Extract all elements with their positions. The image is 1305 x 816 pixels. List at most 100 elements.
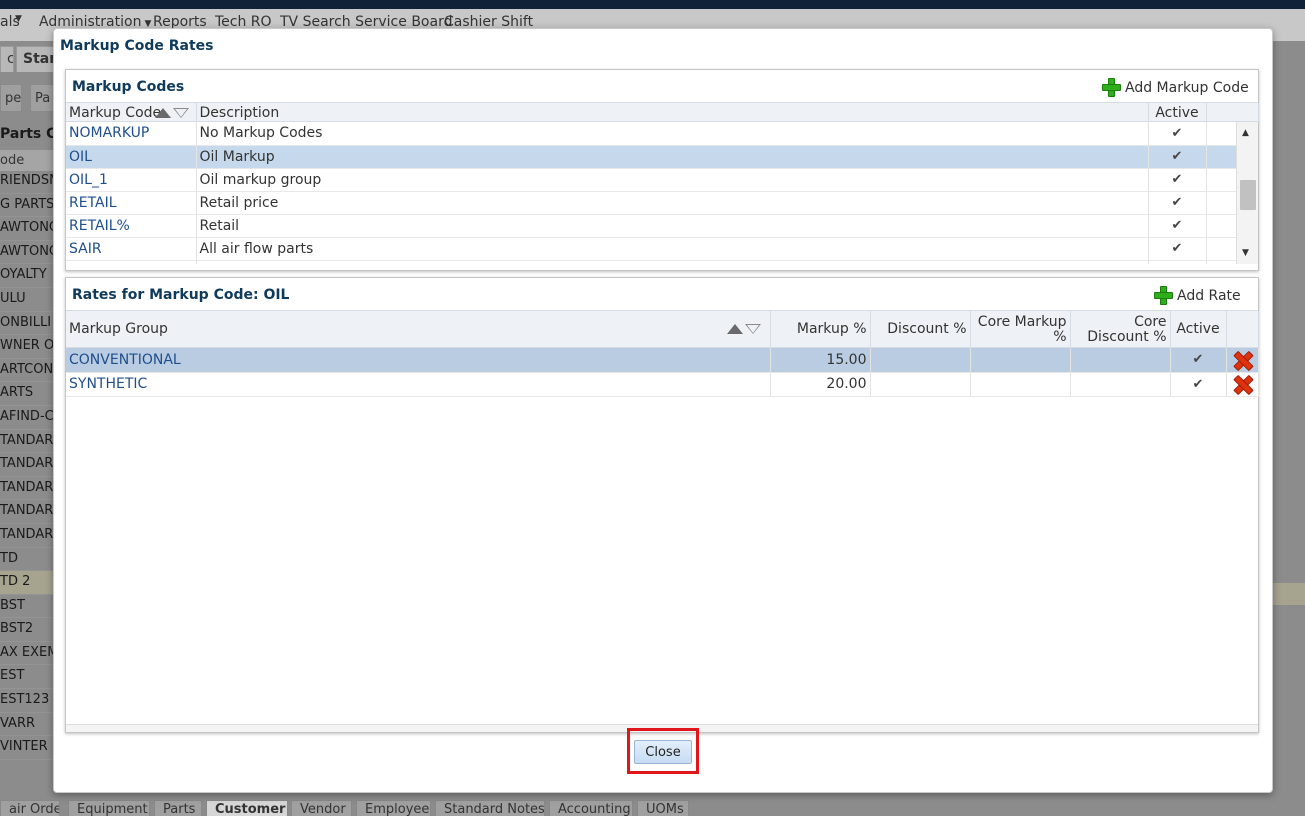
bg-list-item[interactable]: G PARTS <box>0 194 60 218</box>
bg-list-item[interactable]: RIENDSM <box>0 170 60 194</box>
sort-descending-icon[interactable] <box>745 324 761 335</box>
bg-subtab-2[interactable]: Pa <box>30 84 54 112</box>
scroll-down-icon[interactable]: ▼ <box>1242 248 1249 258</box>
top-bar <box>0 0 1305 9</box>
bg-list-item[interactable]: TANDARI <box>0 430 60 454</box>
bg-list-item[interactable]: VINTER <box>0 736 60 760</box>
markup-group-cell[interactable]: CONVENTIONAL <box>66 348 771 373</box>
sort-ascending-icon[interactable] <box>155 108 171 118</box>
bg-tab-2[interactable]: Star <box>16 46 56 72</box>
rate-row[interactable]: CONVENTIONAL 15.00 ✔ <box>66 348 1259 373</box>
spacer-cell <box>1206 191 1236 215</box>
delete-icon[interactable] <box>1233 375 1251 393</box>
bg-list-item[interactable]: TANDARI <box>0 453 60 477</box>
markup-pct-cell[interactable]: 15.00 <box>770 348 871 373</box>
bg-list-item[interactable]: BST2 <box>0 618 60 642</box>
discount-pct-cell[interactable] <box>870 372 971 397</box>
check-icon: ✔ <box>1148 237 1207 261</box>
core-discount-pct-cell[interactable] <box>1070 372 1171 397</box>
spacer-cell <box>1206 168 1236 192</box>
markup-pct-cell[interactable]: 20.00 <box>770 372 871 397</box>
column-header-core-markup-pct[interactable]: Core Markup % <box>970 311 1071 348</box>
bg-list-item[interactable]: AWTONC <box>0 217 60 241</box>
delete-cell <box>1226 348 1259 373</box>
description-cell: Retail price <box>196 191 1149 215</box>
column-header-actions <box>1226 311 1259 348</box>
scroll-thumb[interactable] <box>1240 180 1256 210</box>
sort-descending-icon[interactable] <box>173 108 189 119</box>
column-header-spacer <box>1206 103 1259 122</box>
column-label: Markup Group <box>69 321 168 337</box>
bg-list-item[interactable]: EST <box>0 665 60 690</box>
markup-codes-scrollbar[interactable]: ▲ ▼ <box>1236 122 1258 264</box>
markup-code-row[interactable]: RETAIL% Retail ✔ <box>66 214 1236 238</box>
markup-code-cell[interactable]: SAIR <box>66 237 197 261</box>
delete-icon[interactable] <box>1233 351 1251 369</box>
rate-row[interactable]: SYNTHETIC 20.00 ✔ <box>66 372 1259 397</box>
scroll-up-icon[interactable]: ▲ <box>1242 128 1249 138</box>
bg-list-item[interactable]: EST123 <box>0 689 60 713</box>
column-header-rate-active[interactable]: Active <box>1170 311 1227 348</box>
markup-code-row[interactable]: OIL_1 Oil markup group ✔ <box>66 168 1236 192</box>
rates-panel: Rates for Markup Code: OIL Add Rate Mark… <box>65 277 1259 733</box>
bg-list-item[interactable]: TD 2 <box>0 571 60 595</box>
add-markup-code-label: Add Markup Code <box>1125 80 1249 96</box>
markup-group-cell[interactable]: SYNTHETIC <box>66 372 771 397</box>
markup-code-row[interactable]: NOMARKUP No Markup Codes ✔ <box>66 122 1236 146</box>
markup-code-cell[interactable]: OIL <box>66 145 197 169</box>
bg-subtab-1[interactable]: pe <box>0 84 22 112</box>
markup-code-cell[interactable]: NOMARKUP <box>66 122 197 146</box>
check-icon: ✔ <box>1148 168 1207 192</box>
close-button[interactable]: Close <box>634 740 692 764</box>
spacer-cell <box>1206 122 1236 146</box>
add-rate-button[interactable]: Add Rate <box>1154 286 1241 305</box>
column-header-active[interactable]: Active <box>1148 103 1207 122</box>
empty-cell <box>196 260 1149 264</box>
column-header-markup-pct[interactable]: Markup % <box>770 311 871 348</box>
bg-list-item[interactable]: AX EXEM <box>0 642 60 666</box>
column-header-description[interactable]: Description <box>196 103 1149 122</box>
bg-list-item[interactable]: AFIND-C <box>0 406 60 430</box>
bg-list-item[interactable]: VARR <box>0 713 60 737</box>
markup-code-row[interactable]: SAIR All air flow parts ✔ <box>66 237 1236 261</box>
empty-cell <box>66 260 197 264</box>
column-header-core-discount-pct[interactable]: Core Discount % <box>1070 311 1171 348</box>
bg-list-item[interactable]: ONBILLI <box>0 312 60 336</box>
bg-list-item[interactable]: BST <box>0 595 60 619</box>
bg-list-item[interactable]: WNER O <box>0 335 60 359</box>
core-discount-pct-cell[interactable] <box>1070 348 1171 373</box>
core-markup-pct-cell[interactable] <box>970 372 1071 397</box>
bg-list-item[interactable]: OYALTY <box>0 264 60 288</box>
markup-code-cell[interactable]: OIL_1 <box>66 168 197 192</box>
bg-list-item[interactable]: TD <box>0 548 60 572</box>
bg-list-item[interactable]: ARTS <box>0 382 60 406</box>
bg-list-item[interactable]: TANDARI <box>0 524 60 548</box>
core-markup-pct-cell[interactable] <box>970 348 1071 373</box>
check-icon: ✔ <box>1170 372 1227 397</box>
markup-code-row[interactable]: RETAIL Retail price ✔ <box>66 191 1236 215</box>
markup-codes-table-header: Markup Code Description Active <box>66 102 1259 122</box>
rates-title: Rates for Markup Code: OIL <box>72 287 290 303</box>
bg-list-item[interactable]: AWTONC <box>0 241 60 265</box>
discount-pct-cell[interactable] <box>870 348 971 373</box>
markup-codes-title: Markup Codes <box>72 79 185 95</box>
markup-code-rates-dialog: Markup Code Rates Markup Codes Add Marku… <box>53 28 1273 793</box>
dialog-title: Markup Code Rates <box>60 38 214 54</box>
column-header-discount-pct[interactable]: Discount % <box>870 311 971 348</box>
sort-ascending-icon[interactable] <box>727 324 743 334</box>
bg-list-item[interactable]: TANDARI <box>0 500 60 524</box>
empty-cell <box>1206 260 1236 264</box>
column-header-markup-code[interactable]: Markup Code <box>66 103 197 122</box>
markup-code-row[interactable]: OIL Oil Markup ✔ <box>66 145 1236 169</box>
markup-code-cell[interactable]: RETAIL <box>66 191 197 215</box>
empty-cell <box>1148 260 1207 264</box>
bg-tab-1[interactable]: c <box>0 46 14 72</box>
bg-list-item[interactable]: ULU <box>0 288 60 312</box>
bg-list-item[interactable]: ARTCON <box>0 359 60 383</box>
column-header-markup-group[interactable]: Markup Group <box>66 311 771 348</box>
plus-icon <box>1102 78 1121 97</box>
bg-list-item[interactable]: TANDARI <box>0 477 60 501</box>
markup-code-cell[interactable]: RETAIL% <box>66 214 197 238</box>
markup-codes-panel: Markup Codes Add Markup Code Markup Code… <box>65 69 1259 271</box>
add-markup-code-button[interactable]: Add Markup Code <box>1102 78 1249 97</box>
